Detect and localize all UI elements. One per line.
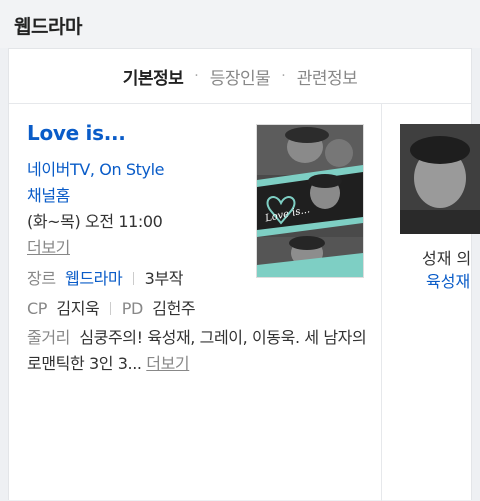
poster-image: Love is...	[257, 125, 363, 277]
separator	[132, 272, 134, 285]
episode-count: 3부작	[144, 269, 184, 288]
pd-value: 김헌주	[152, 299, 196, 318]
related-photo	[400, 124, 480, 234]
related-card-caption: 성재 의	[422, 249, 472, 268]
genre-link[interactable]: 웹드라마	[65, 269, 123, 288]
drama-details: Love is... 네이버TV, On Style 채널홈 (화~목) 오전 …	[27, 117, 247, 322]
drama-info-card: 기본정보 · 등장인물 · 관련정보 Love is... 네이버TV, On …	[8, 48, 480, 501]
synopsis-more-link[interactable]: 더보기	[146, 354, 189, 373]
channel-home-link[interactable]: 채널홈	[27, 186, 70, 205]
network-link[interactable]: 네이버TV, On Style	[27, 160, 164, 179]
synopsis-label: 줄거리	[27, 328, 70, 347]
tab-characters[interactable]: 등장인물	[210, 64, 271, 89]
page-header: 웹드라마	[0, 0, 480, 48]
separator	[110, 302, 112, 315]
pd-label: PD	[121, 299, 144, 318]
related-card-image[interactable]	[400, 124, 480, 234]
drama-title-link[interactable]: Love is...	[27, 121, 247, 145]
synopsis-text: 심쿵주의! 육성재, 그레이, 이동욱. 세 남자의 로맨틱한 3인 3...	[27, 328, 367, 373]
tab-separator: ·	[194, 68, 199, 84]
cp-value: 김지욱	[56, 299, 100, 318]
related-card-link[interactable]: 육성재	[426, 268, 470, 292]
genre-label: 장르	[27, 269, 56, 288]
schedule-more-link[interactable]: 더보기	[27, 238, 70, 257]
tab-bar: 기본정보 · 등장인물 · 관련정보	[9, 49, 471, 104]
column-divider	[381, 104, 382, 501]
tab-related-info[interactable]: 관련정보	[297, 64, 358, 89]
cp-label: CP	[27, 299, 48, 318]
page-title: 웹드라마	[14, 16, 82, 38]
synopsis: 줄거리 심쿵주의! 육성재, 그레이, 이동욱. 세 남자의 로맨틱한 3인 3…	[27, 325, 367, 377]
broadcast-schedule: (화~목) 오전 11:00	[27, 212, 163, 231]
tab-separator: ·	[281, 68, 286, 84]
tab-basic-info[interactable]: 기본정보	[123, 64, 184, 89]
drama-poster[interactable]: Love is...	[256, 124, 364, 278]
